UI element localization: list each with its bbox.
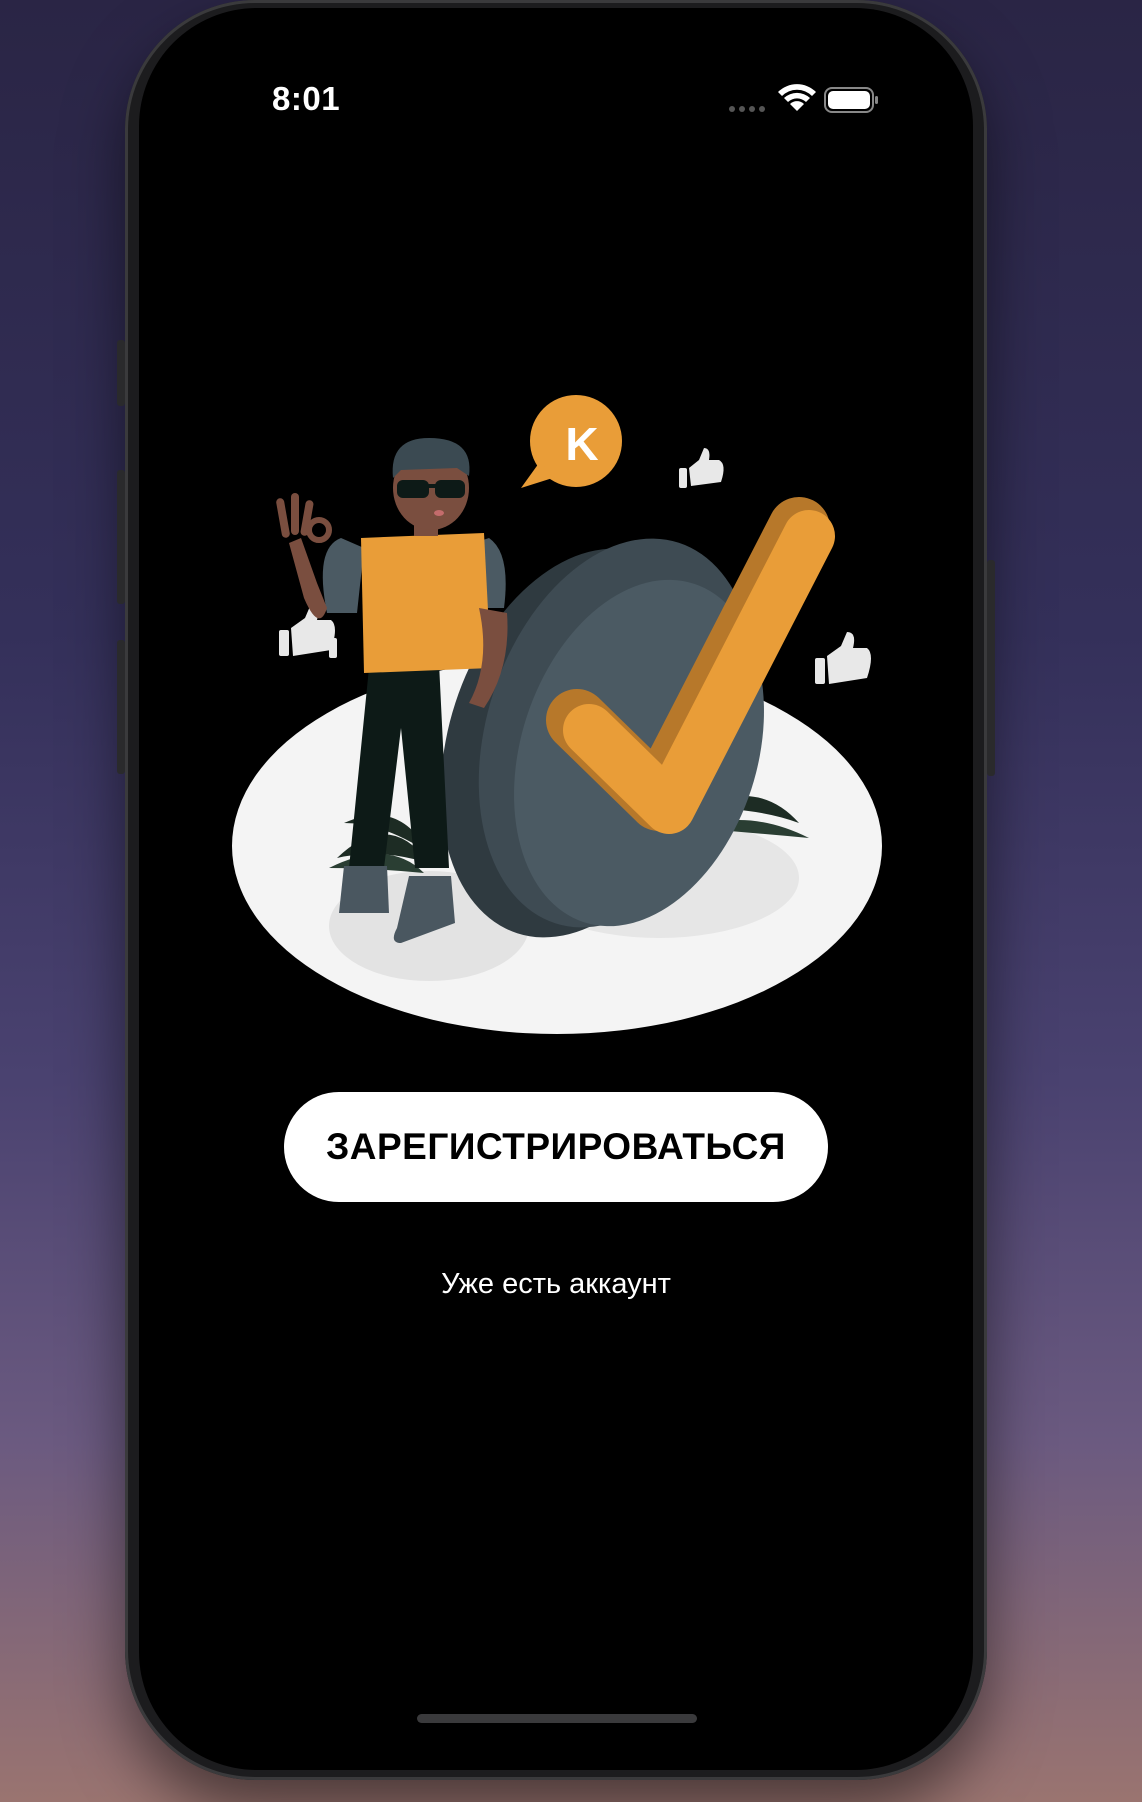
- power-button: [987, 560, 995, 776]
- register-button[interactable]: ЗАРЕГИСТРИРОВАТЬСЯ: [284, 1092, 828, 1202]
- mute-switch: [117, 340, 125, 406]
- home-indicator: [417, 1714, 697, 1723]
- thumbs-up-icon: [679, 448, 724, 488]
- bubble-letter: K: [565, 418, 598, 470]
- volume-down-button: [117, 640, 125, 774]
- login-link[interactable]: Уже есть аккаунт: [139, 1268, 973, 1301]
- thumbs-up-icon: [815, 632, 871, 684]
- app-screen: 8:01 K ЗАРЕГИСТРИРОВАТЬСЯ Уже есть аккау…: [139, 8, 973, 1770]
- volume-up-button: [117, 470, 125, 604]
- success-illustration: K: [232, 395, 882, 1034]
- speech-bubble: K: [521, 395, 622, 488]
